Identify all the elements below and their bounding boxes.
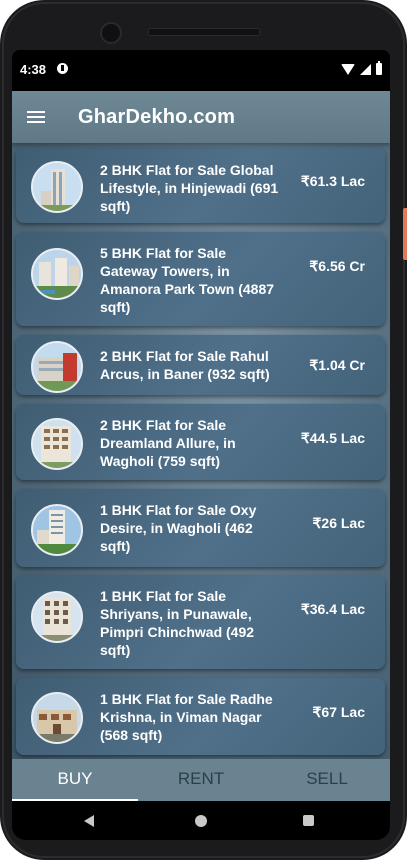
property-thumbnail <box>31 692 83 744</box>
listing-price: ₹61.3 Lac <box>300 173 365 189</box>
signal-icon <box>360 63 371 75</box>
listing-card[interactable]: 5 BHK Flat for Sale Gateway Towers, in A… <box>16 232 385 326</box>
app-bar: GharDekho.com <box>12 91 390 143</box>
power-button <box>403 208 407 260</box>
tab-rent[interactable]: RENT <box>138 759 264 801</box>
status-icons <box>341 61 382 76</box>
listing-card[interactable]: 1 BHK Flat for Sale Oxy Desire, in Wagho… <box>16 489 385 567</box>
listing-title: 2 BHK Flat for Sale Rahul Arcus, in Bane… <box>100 348 270 382</box>
app-title: GharDekho.com <box>78 106 236 128</box>
property-thumbnail <box>31 161 83 213</box>
listing-title: 2 BHK Flat for Sale Global Lifestyle, in… <box>100 162 279 214</box>
property-thumbnail <box>31 591 83 643</box>
listing-card[interactable]: 1 BHK Flat for Sale Shriyans, in Punawal… <box>16 575 385 669</box>
listing-price: ₹6.56 Cr <box>309 258 365 274</box>
property-thumbnail <box>31 418 83 470</box>
status-bar: 4:38 <box>12 50 390 90</box>
system-nav-bar <box>12 801 390 840</box>
battery-icon <box>376 61 382 75</box>
property-thumbnail <box>31 248 83 300</box>
property-thumbnail <box>31 504 83 556</box>
listing-title: 2 BHK Flat for Sale Dreamland Allure, in… <box>100 417 236 469</box>
front-camera <box>100 22 122 44</box>
home-icon[interactable] <box>195 815 207 827</box>
recent-apps-icon[interactable] <box>303 815 314 826</box>
bottom-tab-bar: BUY RENT SELL <box>12 759 390 801</box>
property-thumbnail <box>31 341 83 393</box>
listing-title: 1 BHK Flat for Sale Shriyans, in Punawal… <box>100 588 255 658</box>
tab-sell[interactable]: SELL <box>264 759 390 801</box>
listing-price: ₹36.4 Lac <box>300 601 365 617</box>
listing-price: ₹1.04 Cr <box>309 357 365 373</box>
phone-frame: 4:38 GharDekho.com 2 BHK Flat for Sale G… <box>0 0 407 860</box>
listing-list[interactable]: 2 BHK Flat for Sale Global Lifestyle, in… <box>12 143 390 759</box>
status-time: 4:38 <box>20 62 47 77</box>
listing-price: ₹44.5 Lac <box>300 430 365 446</box>
listing-price: ₹26 Lac <box>312 515 366 531</box>
app-notification-icon <box>57 63 68 74</box>
listing-title: 1 BHK Flat for Sale Oxy Desire, in Wagho… <box>100 502 257 554</box>
listing-title: 5 BHK Flat for Sale Gateway Towers, in A… <box>100 245 275 315</box>
listing-card[interactable]: 2 BHK Flat for Sale Rahul Arcus, in Bane… <box>16 335 385 395</box>
listing-card[interactable]: 2 BHK Flat for Sale Dreamland Allure, in… <box>16 404 385 480</box>
tab-buy[interactable]: BUY <box>12 759 138 801</box>
listing-card[interactable]: 2 BHK Flat for Sale Global Lifestyle, in… <box>16 147 385 223</box>
wifi-icon <box>341 63 355 75</box>
screen: 4:38 GharDekho.com 2 BHK Flat for Sale G… <box>12 50 390 840</box>
back-icon[interactable] <box>84 815 94 827</box>
hamburger-menu-icon[interactable] <box>27 109 47 125</box>
listing-price: ₹67 Lac <box>312 704 366 720</box>
listing-title: 1 BHK Flat for Sale Radhe Krishna, in Vi… <box>100 691 273 743</box>
earpiece-speaker <box>148 28 260 36</box>
listing-card[interactable]: 1 BHK Flat for Sale Radhe Krishna, in Vi… <box>16 678 385 755</box>
